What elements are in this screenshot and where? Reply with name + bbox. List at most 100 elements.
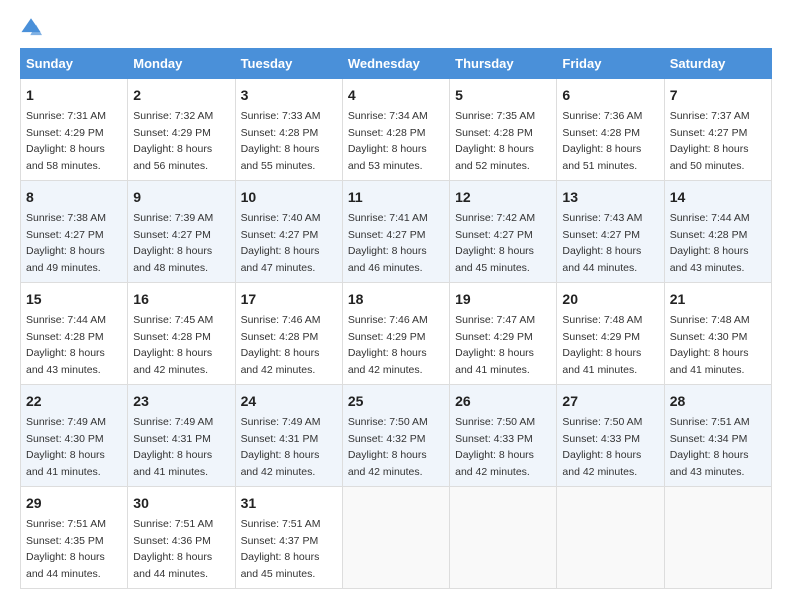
day-cell: 31 Sunrise: 7:51 AMSunset: 4:37 PMDaylig…: [235, 487, 342, 589]
day-number: 12: [455, 187, 551, 208]
day-number: 6: [562, 85, 658, 106]
day-cell: 18 Sunrise: 7:46 AMSunset: 4:29 PMDaylig…: [342, 283, 449, 385]
day-cell: [557, 487, 664, 589]
week-row-3: 15 Sunrise: 7:44 AMSunset: 4:28 PMDaylig…: [21, 283, 772, 385]
day-number: 20: [562, 289, 658, 310]
day-info: Sunrise: 7:40 AMSunset: 4:27 PMDaylight:…: [241, 212, 321, 274]
day-number: 27: [562, 391, 658, 412]
calendar-table: SundayMondayTuesdayWednesdayThursdayFrid…: [20, 48, 772, 589]
day-info: Sunrise: 7:48 AMSunset: 4:29 PMDaylight:…: [562, 314, 642, 376]
day-cell: 28 Sunrise: 7:51 AMSunset: 4:34 PMDaylig…: [664, 385, 771, 487]
day-number: 11: [348, 187, 444, 208]
day-info: Sunrise: 7:50 AMSunset: 4:33 PMDaylight:…: [455, 416, 535, 478]
day-info: Sunrise: 7:35 AMSunset: 4:28 PMDaylight:…: [455, 110, 535, 172]
day-cell: 12 Sunrise: 7:42 AMSunset: 4:27 PMDaylig…: [450, 181, 557, 283]
day-info: Sunrise: 7:34 AMSunset: 4:28 PMDaylight:…: [348, 110, 428, 172]
day-cell: 17 Sunrise: 7:46 AMSunset: 4:28 PMDaylig…: [235, 283, 342, 385]
day-info: Sunrise: 7:50 AMSunset: 4:32 PMDaylight:…: [348, 416, 428, 478]
header: [20, 16, 772, 38]
day-number: 28: [670, 391, 766, 412]
day-info: Sunrise: 7:33 AMSunset: 4:28 PMDaylight:…: [241, 110, 321, 172]
col-header-tuesday: Tuesday: [235, 49, 342, 79]
header-row: SundayMondayTuesdayWednesdayThursdayFrid…: [21, 49, 772, 79]
day-number: 14: [670, 187, 766, 208]
day-info: Sunrise: 7:47 AMSunset: 4:29 PMDaylight:…: [455, 314, 535, 376]
day-number: 9: [133, 187, 229, 208]
day-number: 22: [26, 391, 122, 412]
logo: [20, 16, 46, 38]
day-info: Sunrise: 7:51 AMSunset: 4:37 PMDaylight:…: [241, 518, 321, 580]
day-cell: 7 Sunrise: 7:37 AMSunset: 4:27 PMDayligh…: [664, 79, 771, 181]
day-cell: 14 Sunrise: 7:44 AMSunset: 4:28 PMDaylig…: [664, 181, 771, 283]
day-cell: 22 Sunrise: 7:49 AMSunset: 4:30 PMDaylig…: [21, 385, 128, 487]
day-info: Sunrise: 7:36 AMSunset: 4:28 PMDaylight:…: [562, 110, 642, 172]
day-number: 15: [26, 289, 122, 310]
day-cell: 25 Sunrise: 7:50 AMSunset: 4:32 PMDaylig…: [342, 385, 449, 487]
day-info: Sunrise: 7:46 AMSunset: 4:29 PMDaylight:…: [348, 314, 428, 376]
day-cell: 16 Sunrise: 7:45 AMSunset: 4:28 PMDaylig…: [128, 283, 235, 385]
day-cell: 24 Sunrise: 7:49 AMSunset: 4:31 PMDaylig…: [235, 385, 342, 487]
day-number: 21: [670, 289, 766, 310]
day-info: Sunrise: 7:32 AMSunset: 4:29 PMDaylight:…: [133, 110, 213, 172]
day-cell: 6 Sunrise: 7:36 AMSunset: 4:28 PMDayligh…: [557, 79, 664, 181]
day-number: 8: [26, 187, 122, 208]
day-info: Sunrise: 7:41 AMSunset: 4:27 PMDaylight:…: [348, 212, 428, 274]
day-cell: 11 Sunrise: 7:41 AMSunset: 4:27 PMDaylig…: [342, 181, 449, 283]
day-cell: 23 Sunrise: 7:49 AMSunset: 4:31 PMDaylig…: [128, 385, 235, 487]
day-info: Sunrise: 7:49 AMSunset: 4:31 PMDaylight:…: [133, 416, 213, 478]
day-info: Sunrise: 7:31 AMSunset: 4:29 PMDaylight:…: [26, 110, 106, 172]
day-number: 4: [348, 85, 444, 106]
day-cell: 21 Sunrise: 7:48 AMSunset: 4:30 PMDaylig…: [664, 283, 771, 385]
day-cell: 8 Sunrise: 7:38 AMSunset: 4:27 PMDayligh…: [21, 181, 128, 283]
day-number: 7: [670, 85, 766, 106]
day-info: Sunrise: 7:42 AMSunset: 4:27 PMDaylight:…: [455, 212, 535, 274]
logo-icon: [20, 16, 42, 38]
day-number: 2: [133, 85, 229, 106]
week-row-2: 8 Sunrise: 7:38 AMSunset: 4:27 PMDayligh…: [21, 181, 772, 283]
day-number: 23: [133, 391, 229, 412]
day-number: 10: [241, 187, 337, 208]
day-number: 18: [348, 289, 444, 310]
day-number: 29: [26, 493, 122, 514]
day-cell: [450, 487, 557, 589]
day-info: Sunrise: 7:39 AMSunset: 4:27 PMDaylight:…: [133, 212, 213, 274]
day-cell: 26 Sunrise: 7:50 AMSunset: 4:33 PMDaylig…: [450, 385, 557, 487]
day-info: Sunrise: 7:49 AMSunset: 4:31 PMDaylight:…: [241, 416, 321, 478]
day-number: 25: [348, 391, 444, 412]
day-number: 19: [455, 289, 551, 310]
col-header-wednesday: Wednesday: [342, 49, 449, 79]
day-info: Sunrise: 7:46 AMSunset: 4:28 PMDaylight:…: [241, 314, 321, 376]
col-header-friday: Friday: [557, 49, 664, 79]
day-cell: 1 Sunrise: 7:31 AMSunset: 4:29 PMDayligh…: [21, 79, 128, 181]
day-cell: [342, 487, 449, 589]
day-cell: [664, 487, 771, 589]
day-cell: 4 Sunrise: 7:34 AMSunset: 4:28 PMDayligh…: [342, 79, 449, 181]
day-cell: 10 Sunrise: 7:40 AMSunset: 4:27 PMDaylig…: [235, 181, 342, 283]
day-number: 30: [133, 493, 229, 514]
day-info: Sunrise: 7:44 AMSunset: 4:28 PMDaylight:…: [26, 314, 106, 376]
day-info: Sunrise: 7:45 AMSunset: 4:28 PMDaylight:…: [133, 314, 213, 376]
day-info: Sunrise: 7:51 AMSunset: 4:34 PMDaylight:…: [670, 416, 750, 478]
day-cell: 13 Sunrise: 7:43 AMSunset: 4:27 PMDaylig…: [557, 181, 664, 283]
day-cell: 15 Sunrise: 7:44 AMSunset: 4:28 PMDaylig…: [21, 283, 128, 385]
day-cell: 2 Sunrise: 7:32 AMSunset: 4:29 PMDayligh…: [128, 79, 235, 181]
day-number: 13: [562, 187, 658, 208]
day-number: 3: [241, 85, 337, 106]
day-info: Sunrise: 7:51 AMSunset: 4:36 PMDaylight:…: [133, 518, 213, 580]
day-cell: 5 Sunrise: 7:35 AMSunset: 4:28 PMDayligh…: [450, 79, 557, 181]
week-row-5: 29 Sunrise: 7:51 AMSunset: 4:35 PMDaylig…: [21, 487, 772, 589]
day-info: Sunrise: 7:38 AMSunset: 4:27 PMDaylight:…: [26, 212, 106, 274]
week-row-4: 22 Sunrise: 7:49 AMSunset: 4:30 PMDaylig…: [21, 385, 772, 487]
col-header-saturday: Saturday: [664, 49, 771, 79]
day-number: 16: [133, 289, 229, 310]
day-info: Sunrise: 7:43 AMSunset: 4:27 PMDaylight:…: [562, 212, 642, 274]
day-cell: 30 Sunrise: 7:51 AMSunset: 4:36 PMDaylig…: [128, 487, 235, 589]
day-cell: 9 Sunrise: 7:39 AMSunset: 4:27 PMDayligh…: [128, 181, 235, 283]
day-number: 31: [241, 493, 337, 514]
week-row-1: 1 Sunrise: 7:31 AMSunset: 4:29 PMDayligh…: [21, 79, 772, 181]
day-info: Sunrise: 7:49 AMSunset: 4:30 PMDaylight:…: [26, 416, 106, 478]
day-info: Sunrise: 7:50 AMSunset: 4:33 PMDaylight:…: [562, 416, 642, 478]
day-info: Sunrise: 7:37 AMSunset: 4:27 PMDaylight:…: [670, 110, 750, 172]
day-info: Sunrise: 7:48 AMSunset: 4:30 PMDaylight:…: [670, 314, 750, 376]
day-number: 24: [241, 391, 337, 412]
